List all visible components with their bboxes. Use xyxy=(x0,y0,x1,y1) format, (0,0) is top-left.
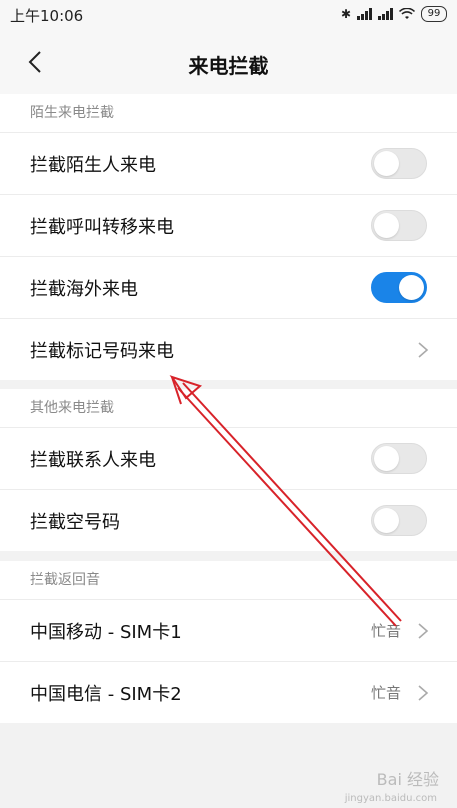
row-block-empty-number[interactable]: 拦截空号码 xyxy=(0,490,457,551)
toggle-switch-off[interactable] xyxy=(371,505,427,536)
app-header: 来电拦截 xyxy=(0,30,457,94)
chevron-right-icon xyxy=(418,685,429,701)
section-title: 拦截返回音 xyxy=(0,561,457,600)
chevron-right-icon xyxy=(418,342,429,358)
page-title: 来电拦截 xyxy=(188,54,269,78)
watermark: Bai 经验 xyxy=(376,770,439,789)
row-label: 拦截海外来电 xyxy=(30,279,138,300)
row-label: 拦截标记号码来电 xyxy=(30,341,174,362)
section-return-tone: 拦截返回音 中国移动 - SIM卡1 忙音 中国电信 - SIM卡2 忙音 xyxy=(0,561,457,723)
status-icons: ✱ 99 xyxy=(341,6,447,22)
row-block-forwarded[interactable]: 拦截呼叫转移来电 xyxy=(0,195,457,257)
bluetooth-icon: ✱ xyxy=(340,7,351,21)
row-label: 拦截空号码 xyxy=(30,512,120,533)
row-label: 中国电信 - SIM卡2 xyxy=(30,684,182,705)
row-sim1[interactable]: 中国移动 - SIM卡1 忙音 xyxy=(0,600,457,662)
row-block-contacts[interactable]: 拦截联系人来电 xyxy=(0,428,457,490)
chevron-right-icon xyxy=(418,623,429,639)
status-time: 上午10:06 xyxy=(10,7,84,25)
section-other-calls: 其他来电拦截 拦截联系人来电 拦截空号码 xyxy=(0,389,457,551)
row-block-strangers[interactable]: 拦截陌生人来电 xyxy=(0,133,457,195)
row-block-overseas[interactable]: 拦截海外来电 xyxy=(0,257,457,319)
row-label: 中国移动 - SIM卡1 xyxy=(30,622,182,643)
status-bar: 上午10:06 ✱ 99 xyxy=(0,0,457,30)
section-title: 陌生来电拦截 xyxy=(0,94,457,133)
row-value: 忙音 xyxy=(370,622,401,640)
toggle-switch-off[interactable] xyxy=(371,148,427,179)
signal-icon xyxy=(357,8,372,20)
row-block-marked[interactable]: 拦截标记号码来电 xyxy=(0,319,457,380)
toggle-switch-off[interactable] xyxy=(371,210,427,241)
battery-icon: 99 xyxy=(421,6,447,22)
row-label: 拦截联系人来电 xyxy=(30,450,156,471)
row-value: 忙音 xyxy=(370,684,401,702)
row-label: 拦截陌生人来电 xyxy=(30,155,156,176)
toggle-switch-on[interactable] xyxy=(371,272,427,303)
row-label: 拦截呼叫转移来电 xyxy=(30,217,174,238)
watermark-url: jingyan.baidu.com xyxy=(344,793,437,804)
section-title: 其他来电拦截 xyxy=(0,389,457,428)
section-stranger-calls: 陌生来电拦截 拦截陌生人来电 拦截呼叫转移来电 拦截海外来电 拦截标记号码来电 xyxy=(0,94,457,380)
toggle-switch-off[interactable] xyxy=(371,443,427,474)
wifi-icon xyxy=(399,8,415,19)
signal-icon-2 xyxy=(378,8,393,20)
row-sim2[interactable]: 中国电信 - SIM卡2 忙音 xyxy=(0,662,457,723)
